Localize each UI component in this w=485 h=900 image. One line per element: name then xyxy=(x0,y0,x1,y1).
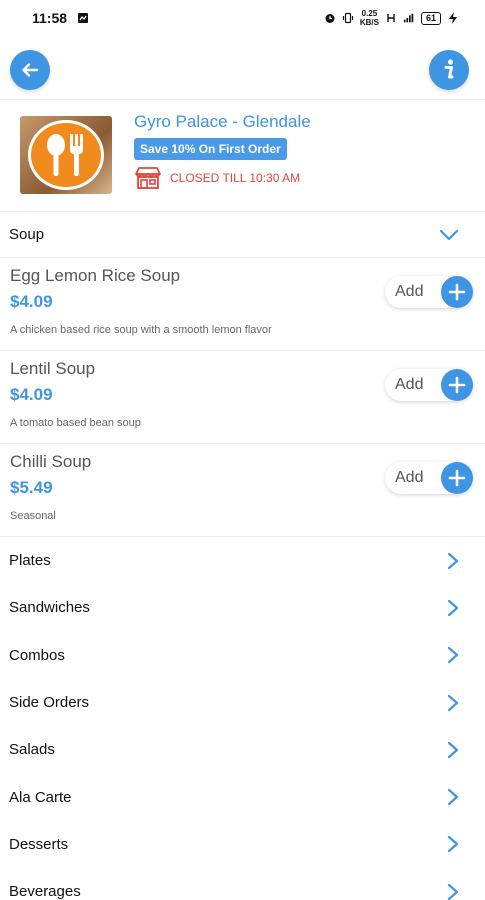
plus-icon xyxy=(441,369,473,401)
menu-item: Chilli Soup $5.49 Seasonal Add xyxy=(0,444,485,537)
plus-icon xyxy=(441,462,473,494)
back-button[interactable] xyxy=(10,50,50,90)
status-time: 11:58 xyxy=(32,10,68,26)
top-bar xyxy=(0,36,485,100)
add-label: Add xyxy=(395,376,424,393)
category-label: Ala Carte xyxy=(9,788,72,806)
category-row-beverages[interactable]: Beverages xyxy=(0,868,485,900)
category-row-salads[interactable]: Salads xyxy=(0,726,485,773)
category-label: Desserts xyxy=(9,835,69,853)
menu-item: Egg Lemon Rice Soup $4.09 A chicken base… xyxy=(0,258,485,351)
info-button[interactable] xyxy=(429,50,469,90)
category-row-desserts[interactable]: Desserts xyxy=(0,821,485,868)
chevron-right-icon xyxy=(447,741,459,758)
restaurant-logo xyxy=(20,116,112,194)
status-left: 11:58 xyxy=(32,10,89,26)
chevron-right-icon xyxy=(447,883,459,900)
battery-level: 61 xyxy=(420,11,441,25)
add-button[interactable]: Add xyxy=(385,369,473,401)
chevron-right-icon xyxy=(447,552,459,569)
category-row-combos[interactable]: Combos xyxy=(0,632,485,679)
info-icon xyxy=(444,59,454,79)
category-label: Plates xyxy=(9,552,51,570)
utensils-icon xyxy=(47,134,83,176)
section-soup-header[interactable]: Soup xyxy=(0,212,485,258)
category-row-side-orders[interactable]: Side Orders xyxy=(0,679,485,726)
category-list: Plates Sandwiches Combos Side Orders Sal… xyxy=(0,537,485,900)
chevron-right-icon xyxy=(447,647,459,664)
category-row-sandwiches[interactable]: Sandwiches xyxy=(0,584,485,631)
item-description: A chicken based rice soup with a smooth … xyxy=(10,324,272,336)
category-label: Salads xyxy=(9,741,55,759)
promo-badge: Save 10% On First Order xyxy=(134,138,287,160)
item-description: A tomato based bean soup xyxy=(10,417,141,429)
menu-item: Lentil Soup $4.09 A tomato based bean so… xyxy=(0,351,485,444)
charging-icon xyxy=(449,12,457,24)
category-label: Combos xyxy=(9,646,65,664)
category-label: Side Orders xyxy=(9,694,90,712)
category-row-ala-carte[interactable]: Ala Carte xyxy=(0,773,485,820)
chevron-right-icon xyxy=(447,836,459,853)
add-label: Add xyxy=(395,469,424,486)
notification-icon xyxy=(78,13,89,23)
category-label: Sandwiches xyxy=(9,599,90,617)
vibrate-icon xyxy=(342,12,353,24)
hd-signal-icon xyxy=(387,14,395,22)
store-icon xyxy=(135,167,161,189)
store-status: CLOSED TILL 10:30 AM xyxy=(134,166,311,190)
item-description: Seasonal xyxy=(10,510,56,522)
plus-icon xyxy=(441,276,473,308)
signal-icon xyxy=(403,13,414,23)
arrow-left-icon xyxy=(22,63,39,77)
add-label: Add xyxy=(395,283,424,300)
chevron-down-icon xyxy=(439,229,459,240)
restaurant-name: Gyro Palace - Glendale xyxy=(134,112,311,131)
network-speed: 0.25 KB/S xyxy=(359,9,379,27)
status-bar: 11:58 0.25 KB/S 61 xyxy=(0,0,485,36)
section-title: Soup xyxy=(9,226,45,243)
logo-emblem xyxy=(28,120,104,190)
restaurant-info: Gyro Palace - Glendale Save 10% On First… xyxy=(134,112,311,190)
alarm-icon xyxy=(325,14,335,23)
chevron-right-icon xyxy=(447,789,459,806)
chevron-right-icon xyxy=(447,694,459,711)
category-row-plates[interactable]: Plates xyxy=(0,537,485,584)
store-status-text: CLOSED TILL 10:30 AM xyxy=(170,171,301,185)
chevron-right-icon xyxy=(447,599,459,617)
add-button[interactable]: Add xyxy=(385,276,473,308)
add-button[interactable]: Add xyxy=(385,462,473,494)
category-label: Beverages xyxy=(9,883,81,900)
status-right: 0.25 KB/S 61 xyxy=(324,9,459,27)
restaurant-header: Gyro Palace - Glendale Save 10% On First… xyxy=(0,100,485,212)
